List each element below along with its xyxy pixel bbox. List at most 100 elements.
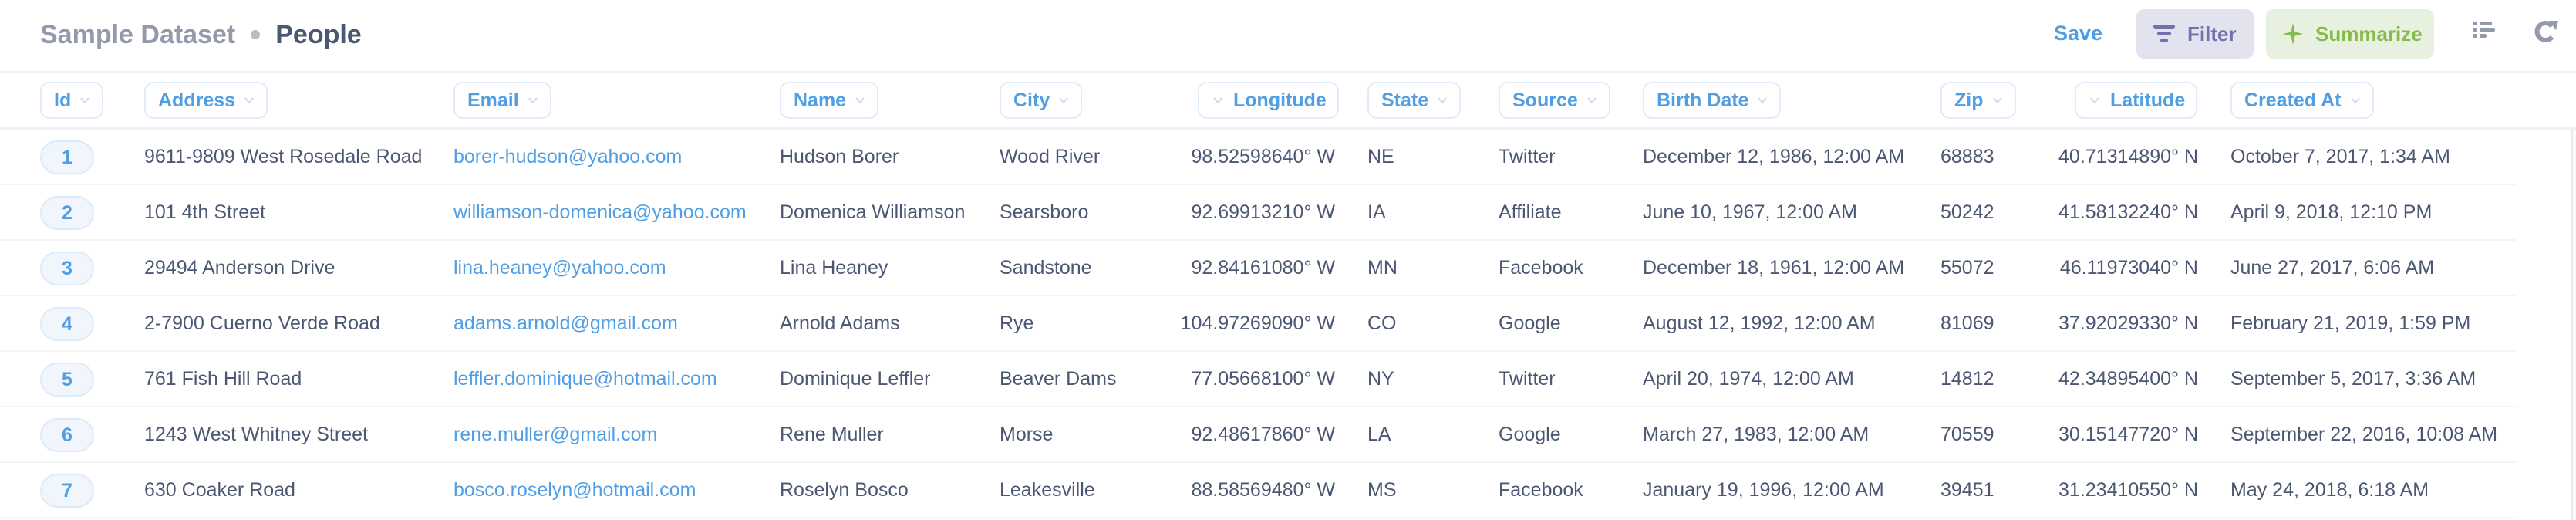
chevron-down-icon bbox=[1438, 97, 1447, 104]
column-label: Name bbox=[794, 89, 847, 111]
chevron-down-icon bbox=[1992, 97, 2002, 104]
row-id-pill[interactable]: 2 bbox=[40, 196, 94, 230]
sparkle-icon bbox=[2283, 23, 2303, 45]
column-header-longitude[interactable]: Longitude bbox=[1198, 82, 1339, 119]
cell-longitude: 92.48617860° W bbox=[1191, 423, 1335, 445]
notebook-editor-icon[interactable] bbox=[2473, 20, 2496, 44]
query-header: Sample Dataset People Save Filter Summar… bbox=[0, 0, 2576, 73]
cell-latitude: 41.58132240° N bbox=[2058, 201, 2198, 223]
column-header-zip[interactable]: Zip bbox=[1940, 82, 2016, 119]
breadcrumb-dataset[interactable]: Sample Dataset bbox=[40, 20, 235, 50]
column-header-latitude[interactable]: Latitude bbox=[2075, 82, 2198, 119]
cell-zip: 81069 bbox=[1940, 312, 1994, 334]
column-header-state[interactable]: State bbox=[1367, 82, 1462, 119]
summarize-label: Summarize bbox=[2315, 22, 2423, 46]
table-row: 7 630 Coaker Road bosco.roselyn@hotmail.… bbox=[0, 463, 2516, 518]
cell-source: Facebook bbox=[1499, 256, 1583, 279]
column-header-city[interactable]: City bbox=[1000, 82, 1083, 119]
column-label: Created At bbox=[2244, 89, 2342, 111]
column-header-email[interactable]: Email bbox=[453, 82, 551, 119]
cell-name: Arnold Adams bbox=[780, 312, 900, 334]
cell-longitude: 92.84161080° W bbox=[1191, 256, 1335, 279]
filter-icon bbox=[2153, 24, 2175, 44]
cell-email[interactable]: leffler.dominique@hotmail.com bbox=[453, 352, 717, 406]
table-row: 2 101 4th Street williamson-domenica@yah… bbox=[0, 185, 2516, 241]
breadcrumb-table[interactable]: People bbox=[275, 20, 361, 50]
cell-zip: 68883 bbox=[1940, 145, 1994, 167]
vertical-scrollbar[interactable] bbox=[2571, 130, 2576, 520]
cell-state: LA bbox=[1367, 423, 1391, 445]
column-header-birth-date[interactable]: Birth Date bbox=[1643, 82, 1782, 119]
cell-city: Leakesville bbox=[1000, 478, 1095, 501]
column-header-name[interactable]: Name bbox=[780, 82, 879, 119]
cell-longitude: 77.05668100° W bbox=[1191, 367, 1335, 390]
chevron-down-icon bbox=[2350, 97, 2360, 104]
cell-birth-date: January 19, 1996, 12:00 AM bbox=[1643, 478, 1884, 501]
cell-created-at: October 7, 2017, 1:34 AM bbox=[2230, 145, 2450, 167]
filter-label: Filter bbox=[2187, 22, 2237, 46]
cell-city: Sandstone bbox=[1000, 256, 1092, 279]
cell-latitude: 42.34895400° N bbox=[2058, 367, 2198, 390]
cell-birth-date: April 20, 1974, 12:00 AM bbox=[1643, 367, 1854, 390]
chevron-down-icon bbox=[1586, 97, 1597, 104]
cell-address: 630 Coaker Road bbox=[144, 478, 295, 501]
row-id-pill[interactable]: 7 bbox=[40, 474, 94, 508]
save-button[interactable]: Save bbox=[2054, 22, 2102, 46]
cell-city: Searsboro bbox=[1000, 201, 1089, 223]
column-header-created-at[interactable]: Created At bbox=[2230, 82, 2374, 119]
chevron-down-icon bbox=[528, 97, 538, 104]
cell-email[interactable]: rene.muller@gmail.com bbox=[453, 407, 657, 461]
row-id-pill[interactable]: 3 bbox=[40, 252, 94, 285]
table-body: 1 9611-9809 West Rosedale Road borer-hud… bbox=[0, 130, 2516, 518]
column-header-id[interactable]: Id bbox=[40, 82, 104, 119]
cell-birth-date: August 12, 1992, 12:00 AM bbox=[1643, 312, 1876, 334]
chevron-down-icon bbox=[1213, 97, 1222, 104]
cell-email[interactable]: bosco.roselyn@hotmail.com bbox=[453, 463, 696, 517]
cell-name: Roselyn Bosco bbox=[780, 478, 909, 501]
column-label: Latitude bbox=[2110, 89, 2186, 111]
cell-longitude: 92.69913210° W bbox=[1191, 201, 1335, 223]
cell-latitude: 31.23410550° N bbox=[2058, 478, 2198, 501]
chevron-down-icon bbox=[1758, 97, 1768, 104]
cell-address: 761 Fish Hill Road bbox=[144, 367, 302, 390]
summarize-button[interactable]: Summarize bbox=[2266, 9, 2434, 59]
column-label: City bbox=[1013, 89, 1050, 111]
cell-latitude: 40.71314890° N bbox=[2058, 145, 2198, 167]
cell-address: 29494 Anderson Drive bbox=[144, 256, 335, 279]
cell-email[interactable]: lina.heaney@yahoo.com bbox=[453, 241, 666, 295]
cell-birth-date: December 12, 1986, 12:00 AM bbox=[1643, 145, 1905, 167]
row-id-pill[interactable]: 6 bbox=[40, 418, 94, 452]
cell-created-at: February 21, 2019, 1:59 PM bbox=[2230, 312, 2471, 334]
cell-name: Hudson Borer bbox=[780, 145, 899, 167]
row-id-pill[interactable]: 5 bbox=[40, 363, 94, 397]
cell-birth-date: December 18, 1961, 12:00 AM bbox=[1643, 256, 1905, 279]
row-id-pill[interactable]: 4 bbox=[40, 307, 94, 341]
column-label: Address bbox=[158, 89, 236, 111]
cell-source: Google bbox=[1499, 423, 1561, 445]
cell-address: 101 4th Street bbox=[144, 201, 266, 223]
filter-button[interactable]: Filter bbox=[2136, 9, 2254, 59]
cell-city: Beaver Dams bbox=[1000, 367, 1117, 390]
row-id-pill[interactable]: 1 bbox=[40, 140, 94, 174]
column-header-address[interactable]: Address bbox=[144, 82, 268, 119]
cell-zip: 14812 bbox=[1940, 367, 1994, 390]
cell-email[interactable]: adams.arnold@gmail.com bbox=[453, 296, 678, 350]
cell-longitude: 88.58569480° W bbox=[1191, 478, 1335, 501]
column-label: Source bbox=[1512, 89, 1578, 111]
column-header-source[interactable]: Source bbox=[1499, 82, 1610, 119]
cell-created-at: September 5, 2017, 3:36 AM bbox=[2230, 367, 2477, 390]
cell-latitude: 30.15147720° N bbox=[2058, 423, 2198, 445]
cell-name: Dominique Leffler bbox=[780, 367, 931, 390]
cell-zip: 50242 bbox=[1940, 201, 1994, 223]
cell-state: NE bbox=[1367, 145, 1394, 167]
cell-source: Affiliate bbox=[1499, 201, 1562, 223]
breadcrumb-separator bbox=[251, 30, 261, 39]
cell-latitude: 46.11973040° N bbox=[2059, 256, 2198, 279]
cell-address: 2-7900 Cuerno Verde Road bbox=[144, 312, 380, 334]
cell-email[interactable]: williamson-domenica@yahoo.com bbox=[453, 185, 747, 239]
cell-birth-date: March 27, 1983, 12:00 AM bbox=[1643, 423, 1870, 445]
cell-zip: 70559 bbox=[1940, 423, 1994, 445]
table-row: 5 761 Fish Hill Road leffler.dominique@h… bbox=[0, 352, 2516, 407]
cell-email[interactable]: borer-hudson@yahoo.com bbox=[453, 130, 682, 184]
refresh-icon[interactable] bbox=[2533, 19, 2559, 49]
